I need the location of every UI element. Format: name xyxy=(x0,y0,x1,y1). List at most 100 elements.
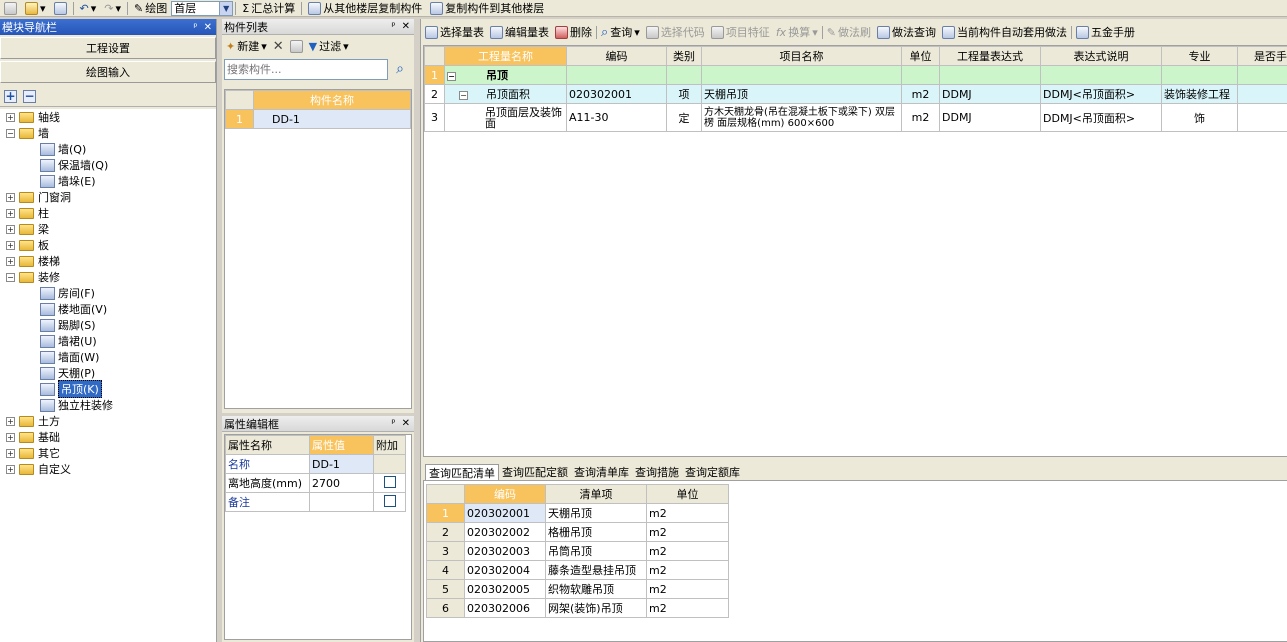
auto-apply-button[interactable]: 当前构件自动套用做法 xyxy=(941,24,1067,40)
qty-name-cell[interactable]: − 吊顶 xyxy=(444,65,567,85)
filter-button[interactable]: ▼ 过滤 ▾ xyxy=(309,38,349,54)
code-cell[interactable]: 020302001 xyxy=(464,503,546,523)
list-item-cell[interactable]: 格栅吊顶 xyxy=(545,522,647,542)
expr-desc-cell[interactable] xyxy=(1040,65,1162,85)
list-item-cell[interactable]: 吊筒吊顶 xyxy=(545,541,647,561)
sum-calc-button[interactable]: Σ 汇总计算 xyxy=(238,1,299,16)
save-button[interactable] xyxy=(50,1,71,16)
code-cell[interactable] xyxy=(566,65,667,85)
tree-folder-item[interactable]: + 自定义 xyxy=(6,461,71,477)
property-row[interactable]: 名称 DD-1 xyxy=(225,454,406,474)
qty-name-cell[interactable]: − 吊顶面积 xyxy=(444,84,567,104)
property-value[interactable] xyxy=(309,492,374,512)
method-column-header[interactable]: 编码 xyxy=(566,46,667,66)
type-cell[interactable] xyxy=(666,65,702,85)
method-column-header[interactable]: 专业 xyxy=(1161,46,1238,66)
unit-cell[interactable] xyxy=(901,65,940,85)
code-cell[interactable]: 020302005 xyxy=(464,579,546,599)
unit-cell[interactable]: m2 xyxy=(901,84,940,104)
tab-quota-library[interactable]: 查询定额库 xyxy=(682,464,743,480)
tree-folder-item[interactable]: + 轴线 xyxy=(6,109,60,125)
type-cell[interactable]: 项 xyxy=(666,84,702,104)
method-row-group[interactable]: 1 − 吊顶 xyxy=(424,65,1287,85)
list-row[interactable]: 2 020302002 格栅吊顶 m2 xyxy=(426,522,729,542)
new-component-button[interactable]: ✦ 新建 ▾ xyxy=(226,38,267,54)
method-brush-button[interactable]: ✎ 做法刷 xyxy=(827,24,871,40)
delete-button[interactable]: 删除 xyxy=(555,24,592,40)
tree-leaf-item[interactable]: 房间(F) xyxy=(40,285,95,301)
method-column-header[interactable]: 工程量表达式 xyxy=(939,46,1041,66)
attach-checkbox[interactable] xyxy=(383,494,396,507)
expand-all-icon[interactable]: + xyxy=(4,90,17,103)
expand-icon[interactable]: + xyxy=(6,224,15,234)
tree-leaf-item[interactable]: 独立柱装修 xyxy=(40,397,113,413)
close-icon[interactable]: ✕ xyxy=(402,21,410,32)
expand-icon[interactable]: + xyxy=(6,448,15,458)
attach-checkbox[interactable] xyxy=(383,475,396,488)
unit-cell[interactable]: m2 xyxy=(901,103,940,132)
select-qty-button[interactable]: 选择量表 xyxy=(425,24,484,40)
manual-cell[interactable]: ✓ xyxy=(1237,103,1287,132)
code-cell[interactable]: A11-30 xyxy=(566,103,667,132)
tree-folder-item[interactable]: + 楼梯 xyxy=(6,253,60,269)
expand-icon[interactable]: + xyxy=(6,432,15,442)
method-column-header[interactable]: 类别 xyxy=(666,46,702,66)
major-cell[interactable]: 饰 xyxy=(1161,103,1238,132)
draw-button[interactable]: ✎ 绘图 xyxy=(130,1,171,16)
unit-cell[interactable]: m2 xyxy=(646,522,729,542)
query-button[interactable]: ⌕ 查询 ▾ xyxy=(601,24,640,40)
method-query-button[interactable]: 做法查询 xyxy=(876,24,936,40)
expand-icon[interactable]: + xyxy=(6,416,15,426)
list-item-cell[interactable]: 天棚吊顶 xyxy=(545,503,647,523)
list-item-cell[interactable]: 织物软雕吊顶 xyxy=(545,579,647,599)
code-cell[interactable]: 020302001 xyxy=(566,84,667,104)
tree-folder-item[interactable]: + 门窗洞 xyxy=(6,189,71,205)
code-cell[interactable]: 020302006 xyxy=(464,598,546,618)
tree-folder-item[interactable]: + 土方 xyxy=(6,413,60,429)
list-row[interactable]: 1 020302001 天棚吊顶 m2 xyxy=(426,503,729,523)
list-row[interactable]: 5 020302005 织物软雕吊顶 m2 xyxy=(426,579,729,599)
open-button[interactable]: ▾ xyxy=(21,1,50,16)
code-cell[interactable]: 020302004 xyxy=(464,560,546,580)
major-cell[interactable] xyxy=(1161,65,1238,85)
collapse-icon[interactable]: − xyxy=(6,128,15,138)
expand-icon[interactable]: + xyxy=(6,464,15,474)
close-icon[interactable]: ✕ xyxy=(204,22,212,33)
hardware-manual-button[interactable]: 五金手册 xyxy=(1075,24,1135,40)
collapse-icon[interactable]: − xyxy=(6,272,15,282)
expr-cell[interactable]: DDMJ xyxy=(939,84,1041,104)
pin-icon[interactable]: ᵖ xyxy=(391,21,395,32)
property-row[interactable]: 离地高度(mm) 2700 xyxy=(225,473,406,493)
component-name-cell[interactable]: DD-1 xyxy=(253,109,411,129)
method-row[interactable]: 2 − 吊顶面积 020302001 项 天棚吊顶 m2 DDMJ DDMJ<吊顶… xyxy=(424,84,1287,104)
method-column-header[interactable]: 项目名称 xyxy=(701,46,902,66)
delete-component-icon[interactable]: ✕ xyxy=(273,39,284,54)
layer-select[interactable]: 首层 ▼ xyxy=(171,0,234,16)
item-cell[interactable]: 方木天棚龙骨(吊在混凝土板下或梁下) 双层楞 面层规格(mm) 600×600 xyxy=(701,103,902,132)
search-icon[interactable]: ⌕ xyxy=(390,59,410,80)
tree-leaf-item[interactable]: 天棚(P) xyxy=(40,365,95,381)
code-cell[interactable]: 020302002 xyxy=(464,522,546,542)
copy-from-button[interactable]: 从其他楼层复制构件 xyxy=(304,1,426,16)
tree-folder-item[interactable]: − 装修 xyxy=(6,269,60,285)
expand-icon[interactable]: + xyxy=(6,112,15,122)
item-cell[interactable]: 天棚吊顶 xyxy=(701,84,902,104)
tab-list-library[interactable]: 查询清单库 xyxy=(571,464,632,480)
convert-button[interactable]: fx 换算 ▾ xyxy=(776,24,818,40)
tab-measures[interactable]: 查询措施 xyxy=(632,464,682,480)
drawing-input-button[interactable]: 绘图输入 xyxy=(0,61,216,83)
tree-folder-item[interactable]: + 其它 xyxy=(6,445,60,461)
tree-folder-item[interactable]: + 柱 xyxy=(6,205,49,221)
property-value[interactable]: DD-1 xyxy=(309,454,374,474)
collapse-icon[interactable]: − xyxy=(459,91,468,100)
tree-leaf-item[interactable]: 踢脚(S) xyxy=(40,317,96,333)
item-feature-button[interactable]: 项目特征 xyxy=(710,24,770,40)
tree-leaf-item[interactable]: 墙面(W) xyxy=(40,349,99,365)
tree-folder-item[interactable]: + 板 xyxy=(6,237,49,253)
list-row[interactable]: 6 020302006 网架(装饰)吊顶 m2 xyxy=(426,598,729,618)
tree-folder-item[interactable]: − 墙 xyxy=(6,125,49,141)
unit-cell[interactable]: m2 xyxy=(646,598,729,618)
tree-leaf-item[interactable]: 楼地面(V) xyxy=(40,301,107,317)
collapse-icon[interactable]: − xyxy=(447,72,456,81)
manual-cell[interactable] xyxy=(1237,65,1287,85)
